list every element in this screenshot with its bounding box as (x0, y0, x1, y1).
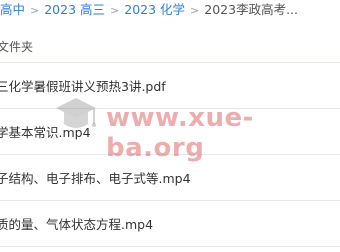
breadcrumb-item-gaozhong[interactable]: 高中 (0, 2, 25, 17)
breadcrumb-current-folder: 2023李政高考... (204, 2, 298, 17)
breadcrumb-item-2023-gaosan[interactable]: 2023 高三 (44, 2, 105, 17)
folder-section-label: 文件夹 (0, 40, 34, 54)
file-row[interactable]: 质的量、气体状态方程.mp4 (0, 201, 340, 247)
file-list: 三化学暑假班讲义预热3讲.pdf 学基本常识.mp4 子结构、电子排布、电子式等… (0, 62, 340, 247)
breadcrumb-separator-icon: > (110, 4, 120, 17)
file-name[interactable]: 质的量、气体状态方程.mp4 (0, 214, 153, 233)
breadcrumb: 高中 >2023 高三 >2023 化学 >2023李政高考... (0, 0, 340, 22)
breadcrumb-item-2023-chemistry[interactable]: 2023 化学 (124, 2, 185, 17)
breadcrumb-separator-icon: > (190, 4, 200, 17)
file-row[interactable]: 子结构、电子排布、电子式等.mp4 (0, 155, 340, 201)
file-name[interactable]: 学基本常识.mp4 (0, 122, 91, 141)
file-name[interactable]: 三化学暑假班讲义预热3讲.pdf (0, 76, 166, 95)
breadcrumb-separator-icon: > (30, 4, 40, 17)
file-name[interactable]: 子结构、电子排布、电子式等.mp4 (0, 168, 191, 187)
file-row[interactable]: 学基本常识.mp4 (0, 109, 340, 155)
file-row[interactable]: 三化学暑假班讲义预热3讲.pdf (0, 62, 340, 109)
